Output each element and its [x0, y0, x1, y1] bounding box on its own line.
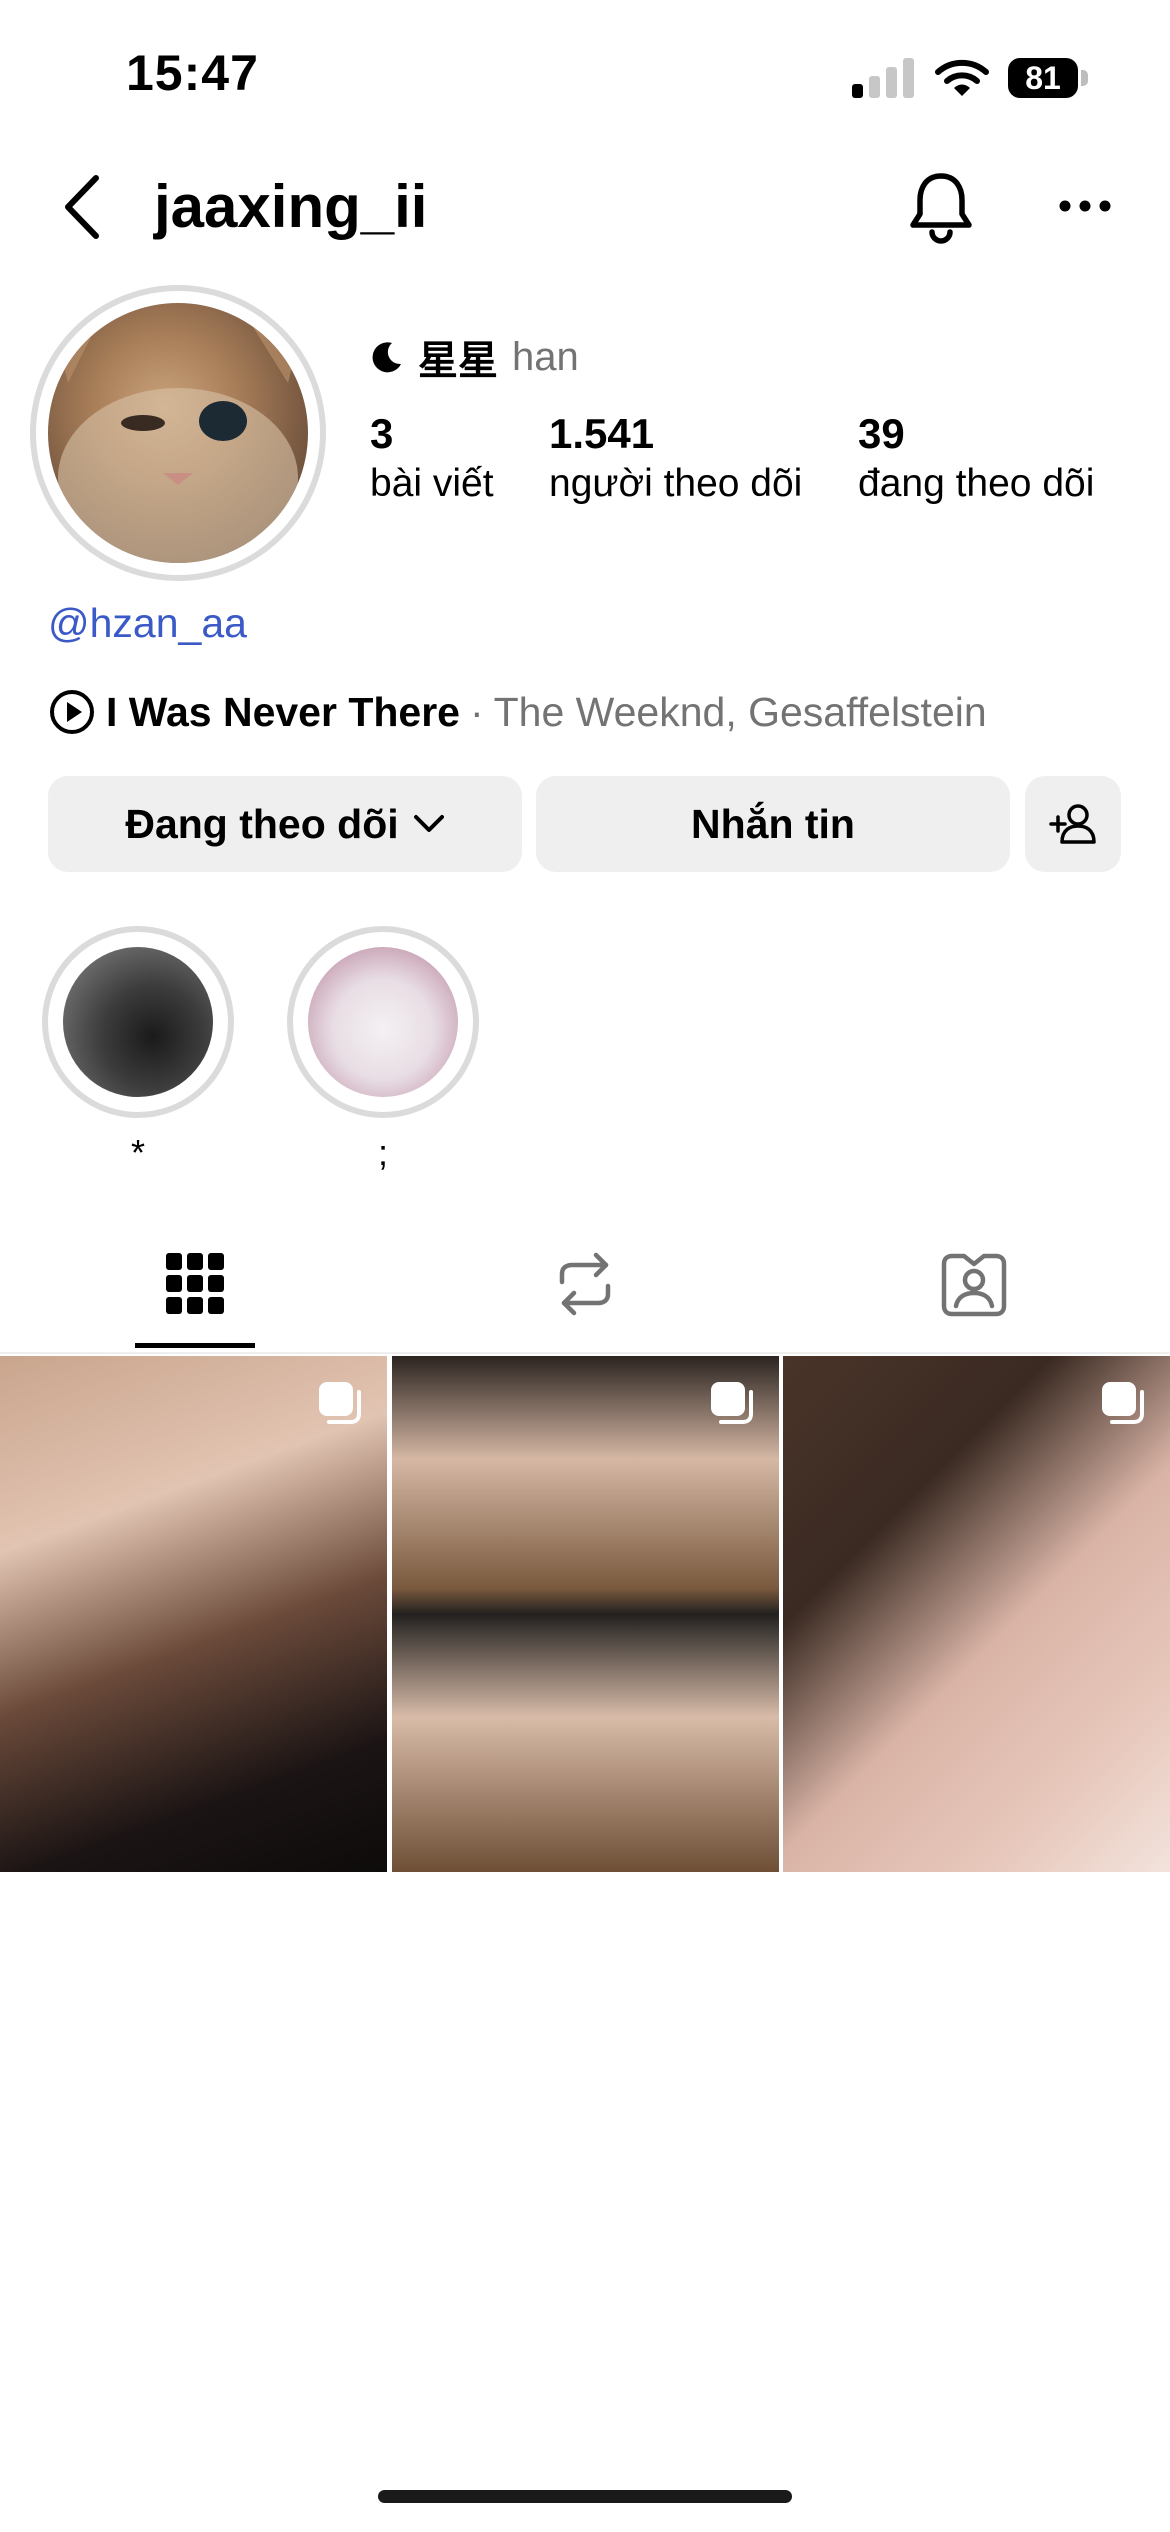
- add-person-icon: [1049, 804, 1096, 844]
- profile-username: jaaxing_ii: [154, 173, 428, 240]
- profile-display-name-sub: han: [512, 334, 579, 379]
- stat-posts-label: bài viết: [370, 462, 494, 505]
- post-tile-3[interactable]: [783, 1356, 1170, 1872]
- repost-tab-icon[interactable]: [554, 1252, 616, 1316]
- stat-posts[interactable]: 3 bài viết: [370, 410, 494, 506]
- message-button-label: Nhắn tin: [691, 800, 855, 847]
- wifi-icon: [935, 59, 989, 96]
- profile-display-name: 星星: [418, 339, 498, 383]
- stat-following-label: đang theo dõi: [858, 462, 1095, 505]
- highlight-1-cover[interactable]: [63, 947, 213, 1097]
- home-indicator[interactable]: [378, 2490, 792, 2503]
- post-tile-2[interactable]: [392, 1356, 779, 1872]
- cellular-signal-icon: [852, 58, 914, 98]
- following-button[interactable]: Đang theo dõi: [48, 776, 522, 872]
- tagged-tab-icon[interactable]: [940, 1252, 1008, 1318]
- grid-tab-icon[interactable]: [166, 1253, 224, 1315]
- music-track[interactable]: I Was Never There · The Weeknd, Gesaffel…: [48, 688, 987, 736]
- tab-divider: [0, 1352, 1170, 1354]
- moon-icon: [372, 342, 401, 373]
- avatar[interactable]: [48, 303, 308, 563]
- carousel-icon: [711, 1382, 753, 1424]
- suggest-users-button[interactable]: [1025, 776, 1121, 872]
- more-options-icon[interactable]: [1058, 198, 1112, 214]
- stat-following[interactable]: 39 đang theo dõi: [858, 410, 1094, 506]
- music-artist: The Weeknd, Gesaffelstein: [493, 688, 987, 735]
- highlight-1-label: *: [130, 1132, 145, 1173]
- carousel-icon: [319, 1382, 361, 1424]
- stat-posts-value: 3: [370, 410, 394, 457]
- active-tab-indicator: [135, 1343, 255, 1348]
- stat-followers-label: người theo dõi: [549, 462, 803, 505]
- bell-icon[interactable]: [908, 170, 974, 244]
- stat-followers[interactable]: 1.541 người theo dõi: [549, 410, 802, 506]
- chevron-down-icon: [413, 815, 444, 832]
- threads-handle-link[interactable]: @hzan_aa: [48, 600, 247, 647]
- battery-indicator: 81: [1008, 58, 1078, 98]
- back-arrow-icon[interactable]: [58, 172, 106, 242]
- stat-followers-value: 1.541: [549, 410, 655, 457]
- post-tile-1[interactable]: [0, 1356, 387, 1872]
- profile-name-row: 星星 han: [370, 328, 579, 386]
- following-button-label: Đang theo dõi: [125, 800, 399, 847]
- music-separator: ·: [469, 688, 484, 735]
- carousel-icon: [1102, 1382, 1144, 1424]
- message-button[interactable]: Nhắn tin: [536, 776, 1010, 872]
- stat-following-value: 39: [858, 410, 905, 457]
- music-song-title: I Was Never There: [106, 688, 460, 735]
- highlight-2-label: ;: [377, 1132, 388, 1173]
- highlight-2-cover[interactable]: [308, 947, 458, 1097]
- status-time: 15:47: [126, 45, 259, 101]
- play-circle-icon: [50, 690, 94, 734]
- battery-tip: [1081, 70, 1088, 86]
